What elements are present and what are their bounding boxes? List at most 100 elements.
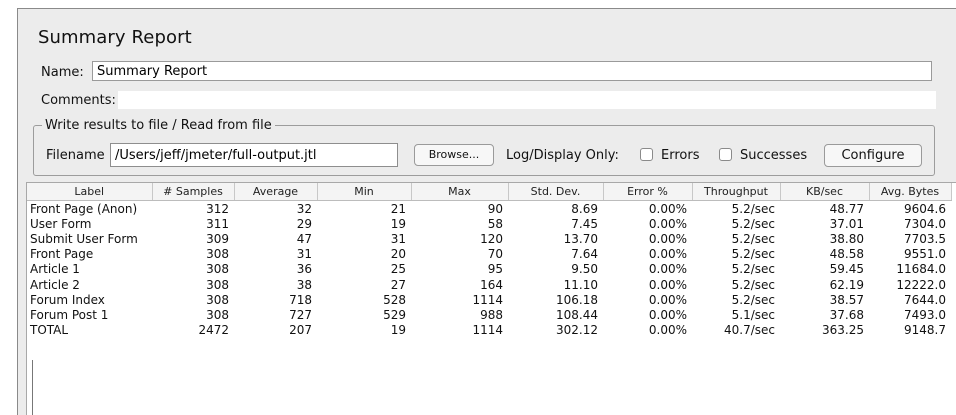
cell-error-percent: 0.00% bbox=[648, 262, 687, 277]
col-header-average[interactable]: Average bbox=[234, 183, 318, 201]
cell-std-dev: 108.44 bbox=[556, 307, 598, 322]
cell-max: 120 bbox=[480, 231, 503, 246]
table-row-total[interactable]: TOTAL 2472 207 19 1114 302.12 0.00% 40.7… bbox=[27, 323, 951, 338]
cell-throughput: 40.7/sec bbox=[724, 323, 775, 338]
table-row[interactable]: Article 1 308 36 25 95 9.50 0.00% 5.2/se… bbox=[27, 262, 951, 277]
col-header-error-percent[interactable]: Error % bbox=[603, 183, 693, 201]
cell-min: 31 bbox=[390, 231, 406, 246]
cell-label: Article 1 bbox=[30, 262, 80, 277]
cell-std-dev: 106.18 bbox=[556, 292, 598, 307]
cell-throughput: 5.1/sec bbox=[731, 307, 775, 322]
comments-field[interactable] bbox=[118, 91, 936, 109]
table-row[interactable]: Front Page 308 31 20 70 7.64 0.00% 5.2/s… bbox=[27, 247, 951, 262]
write-results-legend: Write results to file / Read from file bbox=[42, 118, 275, 133]
log-display-only-label: Log/Display Only: bbox=[506, 148, 619, 163]
cell-min: 19 bbox=[390, 216, 406, 231]
cell-label: TOTAL bbox=[30, 323, 69, 338]
cell-min: 25 bbox=[390, 262, 406, 277]
name-input[interactable] bbox=[92, 61, 932, 81]
cell-kb-sec: 59.45 bbox=[829, 262, 864, 277]
cell-max: 95 bbox=[487, 262, 503, 277]
col-header-min[interactable]: Min bbox=[317, 183, 412, 201]
table-left-edge bbox=[32, 360, 33, 415]
cell-kb-sec: 38.80 bbox=[829, 231, 864, 246]
cell-samples: 311 bbox=[206, 216, 229, 231]
cell-std-dev: 8.69 bbox=[571, 201, 598, 216]
col-header-kb-sec[interactable]: KB/sec bbox=[780, 183, 870, 201]
cell-min: 529 bbox=[383, 307, 406, 322]
cell-max: 988 bbox=[480, 307, 503, 322]
comments-label: Comments: bbox=[41, 93, 116, 108]
cell-average: 38 bbox=[296, 277, 312, 292]
cell-average: 727 bbox=[289, 307, 312, 322]
cell-error-percent: 0.00% bbox=[648, 277, 687, 292]
cell-throughput: 5.2/sec bbox=[731, 277, 775, 292]
table-row[interactable]: Article 2 308 38 27 164 11.10 0.00% 5.2/… bbox=[27, 277, 951, 292]
cell-std-dev: 13.70 bbox=[563, 231, 598, 246]
cell-samples: 312 bbox=[206, 201, 229, 216]
cell-average: 47 bbox=[296, 231, 312, 246]
col-header-throughput[interactable]: Throughput bbox=[692, 183, 781, 201]
cell-error-percent: 0.00% bbox=[648, 216, 687, 231]
cell-min: 21 bbox=[390, 201, 406, 216]
successes-label: Successes bbox=[740, 148, 808, 163]
table-row[interactable]: Submit User Form 309 47 31 120 13.70 0.0… bbox=[27, 231, 951, 246]
cell-average: 718 bbox=[289, 292, 312, 307]
cell-std-dev: 9.50 bbox=[571, 262, 598, 277]
name-row: Name: bbox=[34, 60, 936, 85]
filename-label: Filename bbox=[46, 148, 105, 163]
table-row[interactable]: Forum Index 308 718 528 1114 106.18 0.00… bbox=[27, 292, 951, 307]
cell-std-dev: 11.10 bbox=[563, 277, 598, 292]
table-row[interactable]: User Form 311 29 19 58 7.45 0.00% 5.2/se… bbox=[27, 216, 951, 231]
filename-input[interactable] bbox=[110, 143, 398, 167]
table-row[interactable]: Front Page (Anon) 312 32 21 90 8.69 0.00… bbox=[27, 201, 951, 217]
cell-error-percent: 0.00% bbox=[648, 307, 687, 322]
col-header-label[interactable]: Label bbox=[27, 183, 153, 201]
configure-button[interactable]: Configure bbox=[824, 144, 922, 167]
name-label: Name: bbox=[41, 65, 84, 80]
cell-average: 31 bbox=[296, 247, 312, 262]
cell-label: Article 2 bbox=[30, 277, 80, 292]
cell-label: Submit User Form bbox=[30, 231, 138, 246]
cell-average: 29 bbox=[296, 216, 312, 231]
cell-label: Forum Index bbox=[30, 292, 105, 307]
cell-avg-bytes: 7493.0 bbox=[904, 307, 946, 322]
cell-throughput: 5.2/sec bbox=[731, 231, 775, 246]
cell-std-dev: 7.64 bbox=[571, 247, 598, 262]
table-row[interactable]: Forum Post 1 308 727 529 988 108.44 0.00… bbox=[27, 307, 951, 322]
col-header-avg-bytes[interactable]: Avg. Bytes bbox=[869, 183, 952, 201]
col-header-max[interactable]: Max bbox=[411, 183, 509, 201]
cell-kb-sec: 363.25 bbox=[822, 323, 864, 338]
cell-min: 19 bbox=[390, 323, 406, 338]
cell-max: 90 bbox=[487, 201, 503, 216]
cell-avg-bytes: 7703.5 bbox=[904, 231, 946, 246]
cell-average: 36 bbox=[296, 262, 312, 277]
cell-avg-bytes: 11684.0 bbox=[896, 262, 946, 277]
errors-checkbox[interactable] bbox=[640, 148, 653, 161]
cell-min: 20 bbox=[390, 247, 406, 262]
col-header-std-dev[interactable]: Std. Dev. bbox=[508, 183, 604, 201]
cell-std-dev: 7.45 bbox=[571, 216, 598, 231]
cell-max: 58 bbox=[487, 216, 503, 231]
cell-throughput: 5.2/sec bbox=[731, 247, 775, 262]
cell-samples: 308 bbox=[206, 307, 229, 322]
cell-average: 207 bbox=[289, 323, 312, 338]
cell-label: Front Page (Anon) bbox=[30, 201, 138, 216]
cell-label: Forum Post 1 bbox=[30, 307, 109, 322]
browse-button[interactable]: Browse... bbox=[414, 144, 494, 166]
cell-error-percent: 0.00% bbox=[648, 231, 687, 246]
cell-throughput: 5.2/sec bbox=[731, 201, 775, 216]
cell-error-percent: 0.00% bbox=[648, 247, 687, 262]
cell-label: Front Page bbox=[30, 247, 94, 262]
cell-label: User Form bbox=[30, 216, 92, 231]
cell-max: 1114 bbox=[472, 292, 503, 307]
col-header-samples[interactable]: # Samples bbox=[152, 183, 235, 201]
successes-checkbox[interactable] bbox=[719, 148, 732, 161]
cell-kb-sec: 62.19 bbox=[829, 277, 864, 292]
cell-std-dev: 302.12 bbox=[556, 323, 598, 338]
cell-max: 164 bbox=[480, 277, 503, 292]
cell-min: 528 bbox=[383, 292, 406, 307]
cell-average: 32 bbox=[296, 201, 312, 216]
table-header-row: Label # Samples Average Min Max Std. Dev… bbox=[27, 183, 952, 201]
table-body: Front Page (Anon) 312 32 21 90 8.69 0.00… bbox=[27, 201, 951, 338]
